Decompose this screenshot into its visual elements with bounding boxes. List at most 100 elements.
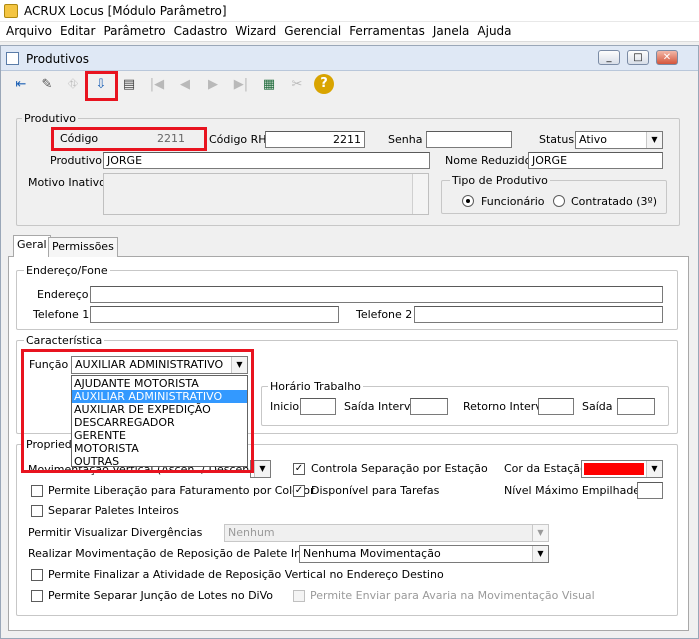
motivo-scrollbar[interactable] — [412, 174, 428, 214]
minimize-button[interactable]: _ — [598, 50, 620, 65]
realizar-movimentacao-label: Realizar Movimentação de Reposição de Pa… — [28, 547, 327, 560]
motivo-inativo-field[interactable] — [103, 173, 429, 215]
senha-label: Senha — [388, 133, 423, 146]
cor-estacao-select[interactable]: ▼ — [581, 460, 663, 478]
maximize-button[interactable]: □ — [627, 50, 649, 65]
produtivo-field[interactable]: JORGE — [103, 152, 430, 169]
chevron-down-icon: ▼ — [646, 132, 662, 148]
motivo-inativo-label: Motivo Inativo — [28, 176, 106, 189]
tab-permissoes[interactable]: Permissões — [48, 237, 118, 257]
permite-avaria-checkbox[interactable] — [293, 590, 305, 602]
permite-liberacao-label: Permite Liberação para Faturamento por C… — [48, 484, 315, 497]
chevron-down-icon: ▼ — [532, 525, 548, 541]
produtivo-group-label: Produtivo — [22, 112, 79, 125]
exit-icon[interactable]: ⇤ — [10, 74, 32, 96]
help-icon[interactable]: ? — [314, 74, 334, 94]
nome-reduzido-label: Nome Reduzido — [445, 154, 532, 167]
saida-label: Saída — [582, 400, 613, 413]
chevron-down-icon: ▼ — [254, 461, 270, 477]
last-icon[interactable]: ▶| — [230, 74, 252, 96]
first-icon[interactable]: |◀ — [146, 74, 168, 96]
saida-interv-field[interactable] — [410, 398, 448, 415]
caracteristica-group-label: Característica — [24, 334, 105, 347]
controla-separacao-label: Controla Separação por Estação — [311, 462, 488, 475]
separar-paletes-checkbox[interactable] — [31, 505, 43, 517]
controla-separacao-checkbox[interactable]: ✓ — [293, 463, 305, 475]
nome-reduzido-field[interactable]: JORGE — [528, 152, 663, 169]
cor-swatch — [584, 463, 644, 475]
menu-janela[interactable]: Janela — [429, 24, 474, 38]
contratado-radio[interactable] — [553, 195, 565, 207]
permitir-visualizar-select[interactable]: Nenhum ▼ — [224, 524, 549, 542]
inicio-label: Inicio — [270, 400, 300, 413]
realizar-movimentacao-value: Nenhuma Movimentação — [303, 547, 441, 560]
contratado-label: Contratado (3º) — [571, 195, 657, 208]
permite-separar-juncao-label: Permite Separar Junção de Lotes no DiVo — [48, 589, 273, 602]
telefone2-label: Telefone 2 — [356, 308, 413, 321]
disponivel-label: Disponível para Tarefas — [311, 484, 440, 497]
permitir-visualizar-label: Permitir Visualizar Divergências — [28, 526, 203, 539]
saida-field[interactable] — [617, 398, 655, 415]
disponivel-checkbox[interactable]: ✓ — [293, 485, 305, 497]
permite-finalizar-label: Permite Finalizar a Atividade de Reposiç… — [48, 568, 444, 581]
endereco-label: Endereço — [37, 288, 89, 301]
menu-gerencial[interactable]: Gerencial — [280, 24, 345, 38]
print-icon[interactable]: ▤ — [118, 74, 140, 96]
menu-ajuda[interactable]: Ajuda — [473, 24, 515, 38]
telefone1-label: Telefone 1 — [33, 308, 90, 321]
saida-interv-label: Saída Interv. — [344, 400, 413, 413]
status-value: Ativo — [579, 133, 607, 146]
highlight-import — [85, 71, 118, 101]
codigo-rh-field[interactable]: 2211 — [265, 131, 365, 148]
close-button[interactable]: ✕ — [656, 50, 678, 65]
menu-arquivo[interactable]: Arquivo — [2, 24, 56, 38]
horario-label: Horário Trabalho — [268, 380, 363, 393]
chevron-down-icon: ▼ — [532, 546, 548, 562]
permite-finalizar-checkbox[interactable] — [31, 569, 43, 581]
menu-wizard[interactable]: Wizard — [231, 24, 280, 38]
form-icon — [6, 52, 19, 65]
highlight-codigo — [51, 127, 207, 151]
permitir-visualizar-value: Nenhum — [228, 526, 275, 539]
produtivo-label: Produtivo — [50, 154, 103, 167]
grid-icon[interactable]: ▦ — [258, 74, 280, 96]
inicio-field[interactable] — [300, 398, 336, 415]
retorno-interv-label: Retorno Interv. — [463, 400, 545, 413]
funcionario-label: Funcionário — [481, 195, 545, 208]
child-title: Produtivos — [26, 52, 89, 66]
nivel-maximo-label: Nível Máximo Empilhadeira — [504, 484, 655, 497]
window-title: ACRUX Locus [Módulo Parâmetro] — [24, 4, 227, 18]
endereco-group-label: Endereço/Fone — [24, 264, 110, 277]
menu-ferramentas[interactable]: Ferramentas — [345, 24, 429, 38]
telefone2-field[interactable] — [414, 306, 663, 323]
tree-icon[interactable]: ⛗ — [62, 74, 84, 96]
next-icon[interactable]: ▶ — [202, 74, 224, 96]
chevron-down-icon: ▼ — [646, 461, 662, 477]
permite-liberacao-checkbox[interactable] — [31, 485, 43, 497]
permite-separar-juncao-checkbox[interactable] — [31, 590, 43, 602]
codigo-rh-label: Código RH — [209, 133, 267, 146]
menu-editar[interactable]: Editar — [56, 24, 100, 38]
realizar-movimentacao-select[interactable]: Nenhuma Movimentação ▼ — [299, 545, 549, 563]
eraser-icon[interactable]: ✎ — [36, 74, 58, 96]
cor-estacao-label: Cor da Estação — [504, 462, 587, 475]
permite-avaria-label: Permite Enviar para Avaria na Movimentaç… — [310, 589, 595, 602]
nivel-maximo-field[interactable] — [637, 482, 663, 499]
highlight-funcao — [21, 349, 254, 473]
menu-bar: Arquivo Editar Parâmetro Cadastro Wizard… — [0, 22, 699, 42]
tab-geral[interactable]: Geral — [13, 235, 51, 257]
retorno-interv-field[interactable] — [538, 398, 574, 415]
separar-paletes-label: Separar Paletes Inteiros — [48, 504, 179, 517]
endereco-field[interactable] — [90, 286, 663, 303]
menu-cadastro[interactable]: Cadastro — [170, 24, 232, 38]
tipo-produtivo-label: Tipo de Produtivo — [450, 174, 550, 187]
status-select[interactable]: Ativo ▼ — [575, 131, 663, 149]
menu-parametro[interactable]: Parâmetro — [99, 24, 169, 38]
telefone1-field[interactable] — [90, 306, 339, 323]
senha-field[interactable] — [426, 131, 512, 148]
child-title-bar — [1, 46, 698, 71]
status-label: Status — [539, 133, 575, 146]
funcionario-radio[interactable] — [462, 195, 474, 207]
edit-icon[interactable]: ✂ — [286, 74, 308, 96]
prev-icon[interactable]: ◀ — [174, 74, 196, 96]
